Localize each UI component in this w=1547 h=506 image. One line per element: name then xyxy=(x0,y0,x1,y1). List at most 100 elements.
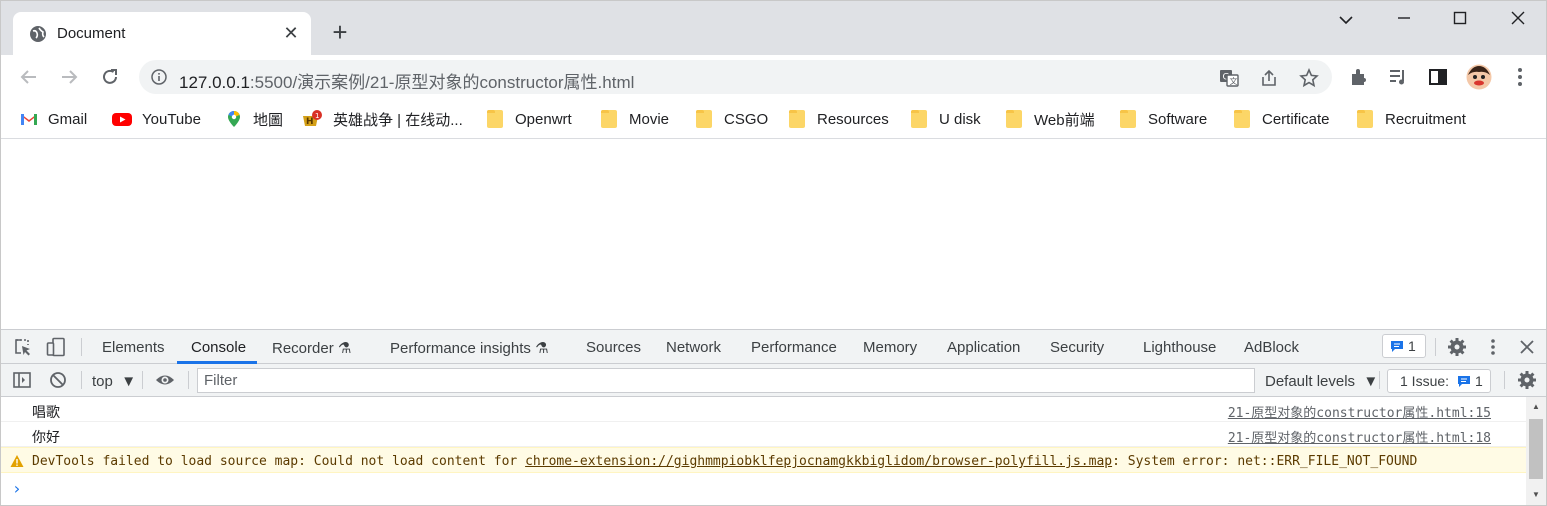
folder-icon xyxy=(911,110,927,128)
tab-recorder[interactable]: Recorder ⚗ xyxy=(272,339,351,357)
close-tab-icon[interactable]: ✕ xyxy=(281,23,301,43)
bookmark-folder-openwrt[interactable]: Openwrt xyxy=(487,108,572,130)
devtools-tab-bar: Elements Console Recorder ⚗ Performance … xyxy=(1,330,1546,364)
inspect-element-icon[interactable] xyxy=(13,337,33,357)
bookmark-folder-csgo[interactable]: CSGO xyxy=(696,108,768,130)
console-output: 唱歌 21-原型对象的constructor属性.html:15 你好 21-原… xyxy=(1,397,1526,505)
tab-sources[interactable]: Sources xyxy=(586,339,641,356)
warning-link[interactable]: chrome-extension://gighmmpiobklfepjocnam… xyxy=(525,454,1112,469)
svg-text:文: 文 xyxy=(1230,76,1238,86)
device-toolbar-icon[interactable] xyxy=(46,337,66,357)
bookmark-folder-recruitment[interactable]: Recruitment xyxy=(1357,108,1466,130)
tab-security[interactable]: Security xyxy=(1050,339,1104,356)
tab-elements[interactable]: Elements xyxy=(102,339,165,356)
bookmark-youtube[interactable]: YouTube xyxy=(112,108,201,130)
bookmark-label: Web前端 xyxy=(1034,111,1095,129)
issues-button[interactable]: 1 Issue: 1 xyxy=(1387,369,1491,393)
info-icon[interactable] xyxy=(151,69,167,85)
console-toolbar: top ▼ Default levels ▼ 1 Issue: 1 xyxy=(1,364,1546,397)
warning-triangle-icon xyxy=(10,455,24,467)
bookmark-gmail[interactable]: Gmail xyxy=(20,108,87,130)
clear-console-icon[interactable] xyxy=(48,370,68,390)
tab-lighthouse[interactable]: Lighthouse xyxy=(1143,339,1216,356)
folder-icon xyxy=(696,110,712,128)
tab-performance-insights[interactable]: Performance insights ⚗ xyxy=(390,339,549,357)
scroll-thumb[interactable] xyxy=(1529,419,1543,479)
tab-network[interactable]: Network xyxy=(666,339,721,356)
tab-document[interactable]: Document ✕ xyxy=(13,12,311,55)
console-scrollbar[interactable]: ▲ ▼ xyxy=(1526,397,1546,505)
game-icon: H 1 xyxy=(303,110,322,127)
log-levels-dropdown[interactable]: Default levels ▼ xyxy=(1265,373,1378,390)
dropdown-triangle-icon: ▼ xyxy=(121,373,137,390)
tab-console[interactable]: Console xyxy=(191,339,246,356)
bookmark-folder-movie[interactable]: Movie xyxy=(601,108,669,130)
tab-application[interactable]: Application xyxy=(947,339,1020,356)
console-settings-gear-icon[interactable] xyxy=(1517,370,1537,390)
close-window-icon[interactable] xyxy=(1504,9,1532,33)
maximize-icon[interactable] xyxy=(1446,9,1474,33)
console-prompt[interactable]: › xyxy=(12,479,22,498)
url-text[interactable]: 127.0.0.1:5500/演示案例/21-原型对象的constructor属… xyxy=(179,68,634,93)
bookmark-star-icon[interactable] xyxy=(1299,68,1319,88)
reload-icon[interactable] xyxy=(96,63,124,91)
tab-search-chevron-icon[interactable] xyxy=(1332,9,1360,33)
bookmark-folder-web[interactable]: Web前端 xyxy=(1006,108,1095,130)
new-tab-button[interactable]: + xyxy=(327,19,353,46)
bookmark-label: Software xyxy=(1148,110,1208,128)
devtools-more-icon[interactable] xyxy=(1483,337,1503,357)
filter-field[interactable] xyxy=(197,368,1255,393)
message-icon xyxy=(1458,376,1470,387)
tab-adblock[interactable]: AdBlock xyxy=(1244,339,1299,356)
tab-performance[interactable]: Performance xyxy=(751,339,837,356)
close-devtools-icon[interactable] xyxy=(1517,337,1537,357)
log-source-link[interactable]: 21-原型对象的constructor属性.html:15 xyxy=(1228,402,1491,421)
filter-input[interactable] xyxy=(198,369,1254,392)
bookmark-game[interactable]: H 1 英雄战争 | 在线动... xyxy=(302,108,463,130)
experiment-flask-icon: ⚗ xyxy=(535,340,549,357)
browser-window: Document ✕ + 127.0.0.1:5500/演示案例/21-原型对象… xyxy=(0,0,1547,506)
tab-title: Document xyxy=(57,25,126,42)
back-arrow-icon[interactable] xyxy=(15,63,43,91)
console-log-row: 唱歌 21-原型对象的constructor属性.html:15 xyxy=(1,397,1526,422)
bookmark-label: 英雄战争 | 在线动... xyxy=(333,111,463,129)
bookmark-folder-software[interactable]: Software xyxy=(1120,108,1207,130)
scroll-down-arrow-icon[interactable]: ▼ xyxy=(1526,487,1546,503)
address-bar[interactable]: 127.0.0.1:5500/演示案例/21-原型对象的constructor属… xyxy=(139,60,1332,94)
bookmark-folder-resources[interactable]: Resources xyxy=(789,108,889,130)
live-expression-eye-icon[interactable] xyxy=(155,370,175,390)
extensions-puzzle-icon[interactable] xyxy=(1348,66,1370,88)
folder-icon xyxy=(1357,110,1373,128)
translate-icon[interactable]: G 文 xyxy=(1219,68,1239,88)
bookmark-maps[interactable]: 地圖 xyxy=(225,108,283,130)
bookmark-label: 地圖 xyxy=(253,111,284,129)
sidebar-toggle-icon[interactable] xyxy=(12,370,32,390)
settings-gear-icon[interactable] xyxy=(1447,337,1467,357)
log-message: 你好 xyxy=(32,430,60,446)
tab-memory[interactable]: Memory xyxy=(863,339,917,356)
warning-prefix: DevTools failed to load source map: Coul… xyxy=(32,454,526,469)
media-control-icon[interactable] xyxy=(1387,66,1409,88)
log-source-link[interactable]: 21-原型对象的constructor属性.html:18 xyxy=(1228,427,1491,446)
bookmark-label: Certificate xyxy=(1262,110,1330,128)
issues-badge[interactable]: 1 xyxy=(1382,334,1426,358)
minimize-icon[interactable] xyxy=(1390,9,1418,33)
browser-toolbar: 127.0.0.1:5500/演示案例/21-原型对象的constructor属… xyxy=(1,55,1546,99)
forward-arrow-icon[interactable] xyxy=(55,63,83,91)
folder-icon xyxy=(1234,110,1250,128)
youtube-icon xyxy=(112,113,132,126)
dropdown-triangle-icon: ▼ xyxy=(1363,373,1379,390)
bookmark-folder-u-disk[interactable]: U disk xyxy=(911,108,981,130)
scroll-up-arrow-icon[interactable]: ▲ xyxy=(1526,399,1546,415)
side-panel-icon[interactable] xyxy=(1427,66,1449,88)
issues-count: 1 xyxy=(1408,338,1416,354)
folder-icon xyxy=(1120,110,1136,128)
issues-count: 1 xyxy=(1475,373,1483,389)
profile-avatar-icon[interactable] xyxy=(1466,64,1492,90)
bookmark-folder-certificate[interactable]: Certificate xyxy=(1234,108,1330,130)
context-selector[interactable]: top ▼ xyxy=(92,373,136,390)
folder-icon xyxy=(1006,110,1022,128)
more-menu-icon[interactable] xyxy=(1509,66,1531,88)
share-icon[interactable] xyxy=(1259,68,1279,88)
bookmark-label: Resources xyxy=(817,110,889,128)
